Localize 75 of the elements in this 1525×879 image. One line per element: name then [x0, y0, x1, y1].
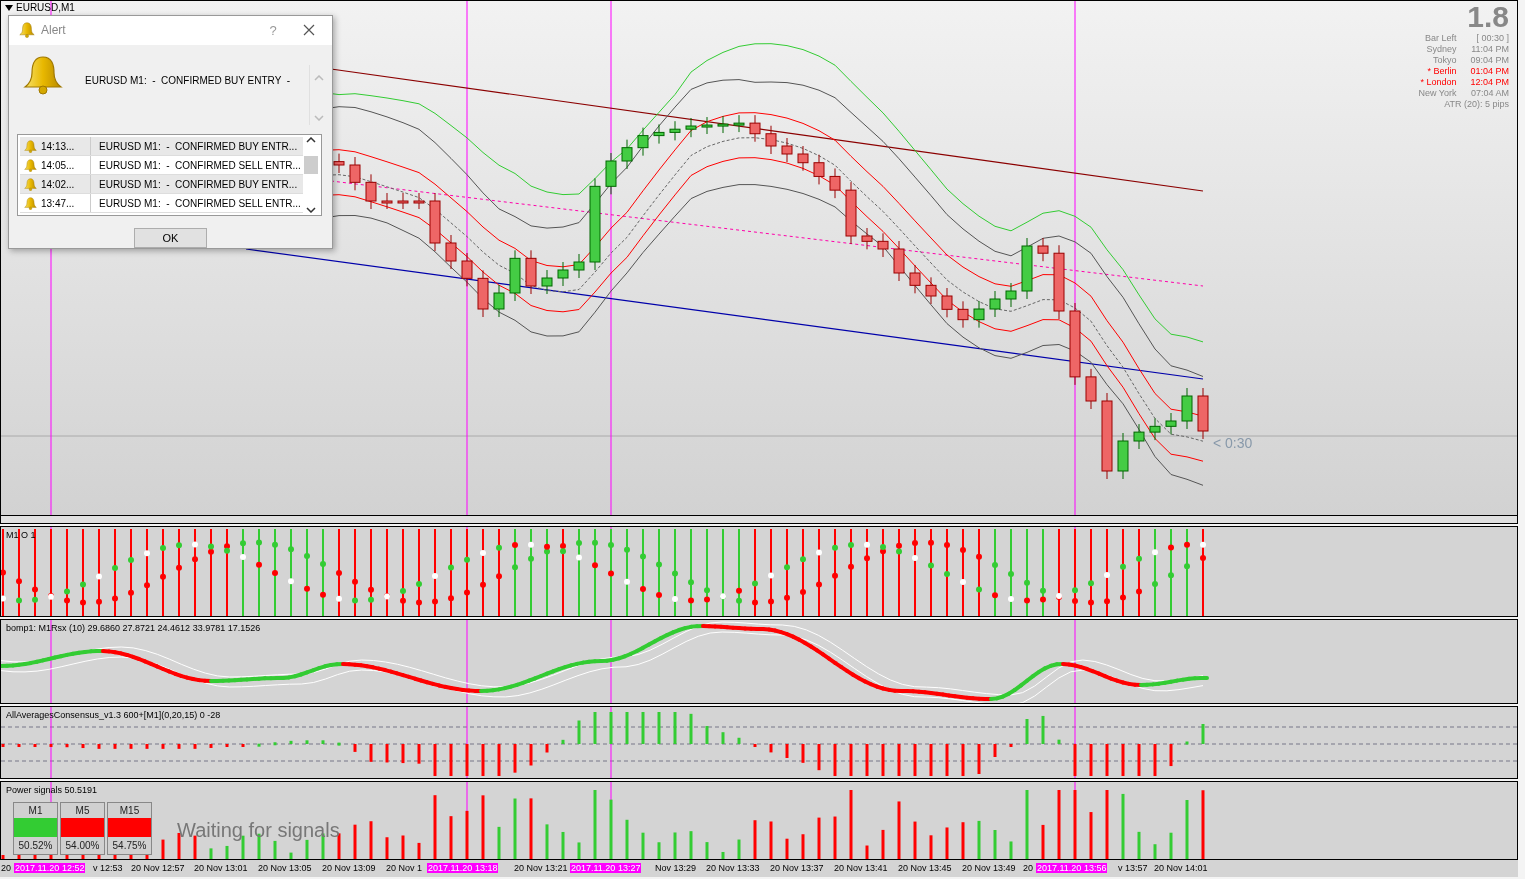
alert-history-row[interactable]: 13:47... EURUSD M1: - CONFIRMED SELL ENTR... — [20, 194, 303, 213]
spread-value: 1.8 — [1467, 1, 1509, 33]
alert-time: 14:13... — [41, 140, 75, 152]
atr-text: ATR (20): 5 pips — [1444, 99, 1509, 110]
time-label: 2017.11.20 13:56 — [1036, 863, 1108, 873]
alert-time: 14:05... — [41, 159, 75, 171]
time-label: 20 Nov 12:57 — [130, 863, 186, 873]
indicator-label: M1 O 1 — [6, 530, 36, 540]
indicator-label: bomp1: M1Rsx (10) 29.6860 27.8721 24.4612 33.9781 17.1526 — [6, 623, 261, 633]
info-label: * London — [1419, 77, 1457, 88]
symbol-label: EURUSD,M1 — [16, 2, 75, 13]
alert-history-row[interactable]: 14:02... EURUSD M1: - CONFIRMED BUY ENTR... — [20, 175, 303, 194]
signal-percent: 54.00% — [64, 839, 101, 853]
time-label: 20 — [0, 863, 12, 873]
alert-text: EURUSD M1: - CONFIRMED BUY ENTR... — [98, 140, 298, 152]
alert-text: EURUSD M1: - CONFIRMED SELL ENTR... — [98, 159, 301, 171]
signal-percent: 54.75% — [111, 839, 148, 853]
info-value: 01:04 PM — [1470, 66, 1509, 77]
info-label: Tokyo — [1431, 55, 1457, 66]
time-label: Nov 13:29 — [654, 863, 698, 873]
time-label: v 13:57 — [1117, 863, 1149, 873]
time-label: 20 Nov 13:37 — [769, 863, 825, 873]
status-text: Waiting for signals — [177, 819, 340, 842]
timeframe-label: M5 — [74, 804, 91, 818]
info-label: New York — [1418, 88, 1457, 99]
indicator-label: Power signals 50.5191 — [6, 785, 98, 795]
alert-text: EURUSD M1: - CONFIRMED BUY ENTR... — [98, 178, 298, 190]
time-label: 20 Nov 13:21 — [513, 863, 569, 873]
bell-icon — [23, 54, 63, 95]
bell-icon — [19, 22, 35, 39]
alert-time: 13:47... — [41, 197, 75, 209]
marker-line — [50, 707, 52, 778]
time-label: 20 Nov 13:45 — [897, 863, 953, 873]
close-icon — [303, 24, 315, 37]
scroll-up-icon[interactable] — [306, 137, 316, 143]
timeframe-label: M1 — [27, 804, 44, 818]
alert-history-row[interactable]: 14:05... EURUSD M1: - CONFIRMED SELL ENTR... — [20, 156, 303, 175]
alert-time: 14:02... — [41, 178, 75, 190]
time-label: 20 Nov 13:33 — [705, 863, 761, 873]
info-label: * Berlin — [1426, 66, 1457, 77]
bell-icon — [24, 196, 37, 210]
bell-icon — [24, 177, 37, 191]
bell-icon — [24, 139, 37, 153]
info-value: [ 00:30 ] — [1475, 33, 1509, 44]
info-value: 11:04 PM — [1470, 44, 1509, 55]
info-value: 09:04 PM — [1470, 55, 1509, 66]
alert-text: EURUSD M1: - CONFIRMED SELL ENTR... — [98, 197, 301, 209]
time-label: 2017.11.20 12:52 — [14, 863, 86, 873]
time-label: 20 Nov 13:49 — [961, 863, 1017, 873]
time-label: 20 Nov 14:01 — [1153, 863, 1209, 873]
info-label: Sydney — [1425, 44, 1457, 55]
time-label: 20 Nov 13:05 — [257, 863, 313, 873]
timeframe-label: M15 — [118, 804, 141, 818]
countdown-text: < 0:30 — [1213, 435, 1253, 451]
signal-percent: 50.52% — [17, 839, 54, 853]
time-label: 2017.11.20 13:27 — [570, 863, 642, 873]
info-value: 07:04 AM — [1470, 88, 1509, 99]
dialog-title: Alert — [41, 23, 67, 38]
alert-history-row[interactable]: 14:13... EURUSD M1: - CONFIRMED BUY ENTR... — [20, 137, 303, 156]
info-label: Bar Left — [1423, 33, 1457, 44]
alert-message: EURUSD M1: - CONFIRMED BUY ENTRY - — [85, 74, 292, 88]
time-label: 20 Nov 1 — [385, 863, 424, 873]
scrollbar-thumb[interactable] — [304, 156, 318, 174]
time-label: v 12:53 — [92, 863, 124, 873]
caret-icon[interactable] — [5, 4, 13, 11]
scroll-down-icon[interactable] — [306, 207, 316, 213]
bell-icon — [24, 158, 37, 172]
indicator-label: AllAveragesConsensus_v1.3 600+[M1](0,20,15) 0 -28 — [6, 710, 221, 720]
time-label: 2017.11.20 13:18 — [427, 863, 499, 873]
time-label: 20 Nov 13:09 — [321, 863, 377, 873]
time-label: 20 — [1022, 863, 1034, 873]
time-label: 20 Nov 13:41 — [833, 863, 889, 873]
info-value: 12:04 PM — [1470, 77, 1509, 88]
ok-button[interactable]: OK — [134, 228, 207, 248]
time-label: 20 Nov 13:01 — [193, 863, 249, 873]
